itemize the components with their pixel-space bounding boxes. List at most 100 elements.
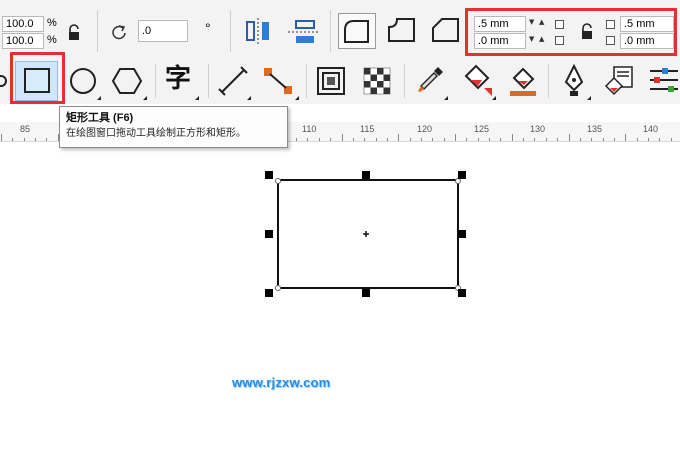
ruler-tick <box>603 138 604 141</box>
selection-handle-bottom-right[interactable] <box>458 289 466 297</box>
flyout-arrow-icon <box>143 96 147 100</box>
ruler-tick <box>580 138 581 141</box>
ellipse-tool-icon[interactable] <box>68 66 100 96</box>
polygon-tool-icon[interactable] <box>112 66 144 96</box>
corner-node[interactable] <box>275 178 281 184</box>
ruler-tick <box>46 138 47 141</box>
ruler-tick <box>659 138 660 141</box>
ruler-tick <box>637 138 638 141</box>
connector-tool-icon[interactable] <box>262 66 296 96</box>
ruler-tick <box>12 138 13 141</box>
separator <box>306 64 307 98</box>
mirror-vertical-icon[interactable] <box>288 18 320 46</box>
ruler-label: 130 <box>530 124 546 134</box>
ruler-tick <box>671 138 672 141</box>
mirror-horizontal-icon[interactable] <box>243 18 273 46</box>
ruler-tick <box>342 134 343 141</box>
dimension-tool-icon[interactable] <box>218 66 250 96</box>
flyout-arrow-icon <box>492 96 496 100</box>
lock-ratio-icon[interactable] <box>67 24 81 42</box>
round-corner-icon <box>344 20 369 43</box>
flyout-arrow-icon <box>444 96 448 100</box>
flyout-arrow-icon <box>295 96 299 100</box>
smart-fill-tool-icon[interactable] <box>506 64 540 98</box>
ruler-tick <box>387 138 388 141</box>
object-manager-icon[interactable] <box>648 66 680 96</box>
flyout-arrow-icon <box>195 96 199 100</box>
ruler-tick <box>432 138 433 141</box>
ruler-tick <box>500 138 501 141</box>
text-tool-icon[interactable]: 字 <box>165 62 191 96</box>
selection-handle-top-right[interactable] <box>458 171 466 179</box>
ruler-tick <box>444 138 445 141</box>
ruler-tick <box>296 138 297 141</box>
tooltip: 矩形工具 (F6) 在绘图窗口拖动工具绘制正方形和矩形。 <box>59 106 288 148</box>
toolbox: 字 <box>0 52 680 104</box>
ruler-tick <box>410 138 411 141</box>
scallop-corner-icon[interactable] <box>384 13 420 47</box>
separator <box>155 64 156 98</box>
separator <box>548 64 549 98</box>
ruler-tick <box>398 134 399 141</box>
ruler-label: 115 <box>360 124 375 134</box>
ruler-tick <box>330 138 331 141</box>
flyout-arrow-icon <box>587 96 591 100</box>
ruler-tick <box>376 138 377 141</box>
ruler-tick <box>523 138 524 141</box>
properties-icon[interactable] <box>604 64 636 98</box>
ruler-tick <box>534 138 535 141</box>
watermark: www.rjzxw.com <box>232 375 331 390</box>
scale-x-unit: % <box>47 17 57 29</box>
pen-tool-icon[interactable] <box>558 64 590 98</box>
separator <box>330 10 331 52</box>
ruler-tick <box>614 138 615 141</box>
selection-handle-top[interactable] <box>362 171 370 179</box>
round-corner-button[interactable] <box>338 13 376 49</box>
ruler-tick <box>364 138 365 141</box>
rotation-field[interactable]: .0 <box>138 20 188 42</box>
ruler-tick <box>455 134 456 141</box>
rotation-unit: ° <box>205 20 211 36</box>
transparency-tool-icon[interactable] <box>362 66 394 96</box>
ruler-tick <box>319 138 320 141</box>
ruler-tick <box>35 138 36 141</box>
ruler-label: 125 <box>474 124 490 134</box>
scale-x-field[interactable]: 100.0 <box>2 16 44 32</box>
ruler-tick <box>1 134 2 141</box>
separator <box>97 10 98 52</box>
rotate-icon <box>112 25 126 40</box>
ruler-tick <box>625 134 626 141</box>
rectangle-tool-highlight <box>10 52 65 104</box>
ruler-label: 135 <box>587 124 603 134</box>
ruler-tick <box>489 138 490 141</box>
ruler-tick <box>466 138 467 141</box>
ruler-tick <box>307 138 308 141</box>
flyout-arrow-icon <box>97 96 101 100</box>
selection-handle-bottom-left[interactable] <box>265 289 273 297</box>
ruler-label: 85 <box>20 124 31 134</box>
ruler-tick <box>648 138 649 141</box>
contour-tool-icon[interactable] <box>316 66 348 96</box>
interactive-fill-tool-icon[interactable] <box>460 64 494 98</box>
eyedropper-tool-icon[interactable] <box>414 64 446 98</box>
property-bar: 100.0 % 100.0 % .0 ° .5 mm ▼▲ .0 mm ▼▲ <box>0 0 680 59</box>
flyout-arrow-icon <box>247 96 251 100</box>
separator <box>404 64 405 98</box>
ruler-tick <box>353 138 354 141</box>
corner-radius-highlight <box>465 8 677 56</box>
selection-handle-bottom[interactable] <box>362 289 370 297</box>
scale-y-unit: % <box>47 34 57 46</box>
chamfer-corner-icon[interactable] <box>428 13 464 47</box>
scale-y-field[interactable]: 100.0 <box>2 33 44 49</box>
ruler-label: 110 <box>302 124 317 134</box>
ruler-label: 120 <box>417 124 433 134</box>
separator <box>208 64 209 98</box>
selection-handle-top-left[interactable] <box>265 171 273 179</box>
selection-handle-left[interactable] <box>265 230 273 238</box>
tooltip-title: 矩形工具 (F6) <box>66 112 134 124</box>
ruler-tick <box>478 138 479 141</box>
selection-handle-right[interactable] <box>458 230 466 238</box>
ruler-tick <box>421 138 422 141</box>
corner-node[interactable] <box>275 285 281 291</box>
rectangle-shape[interactable] <box>262 168 474 300</box>
